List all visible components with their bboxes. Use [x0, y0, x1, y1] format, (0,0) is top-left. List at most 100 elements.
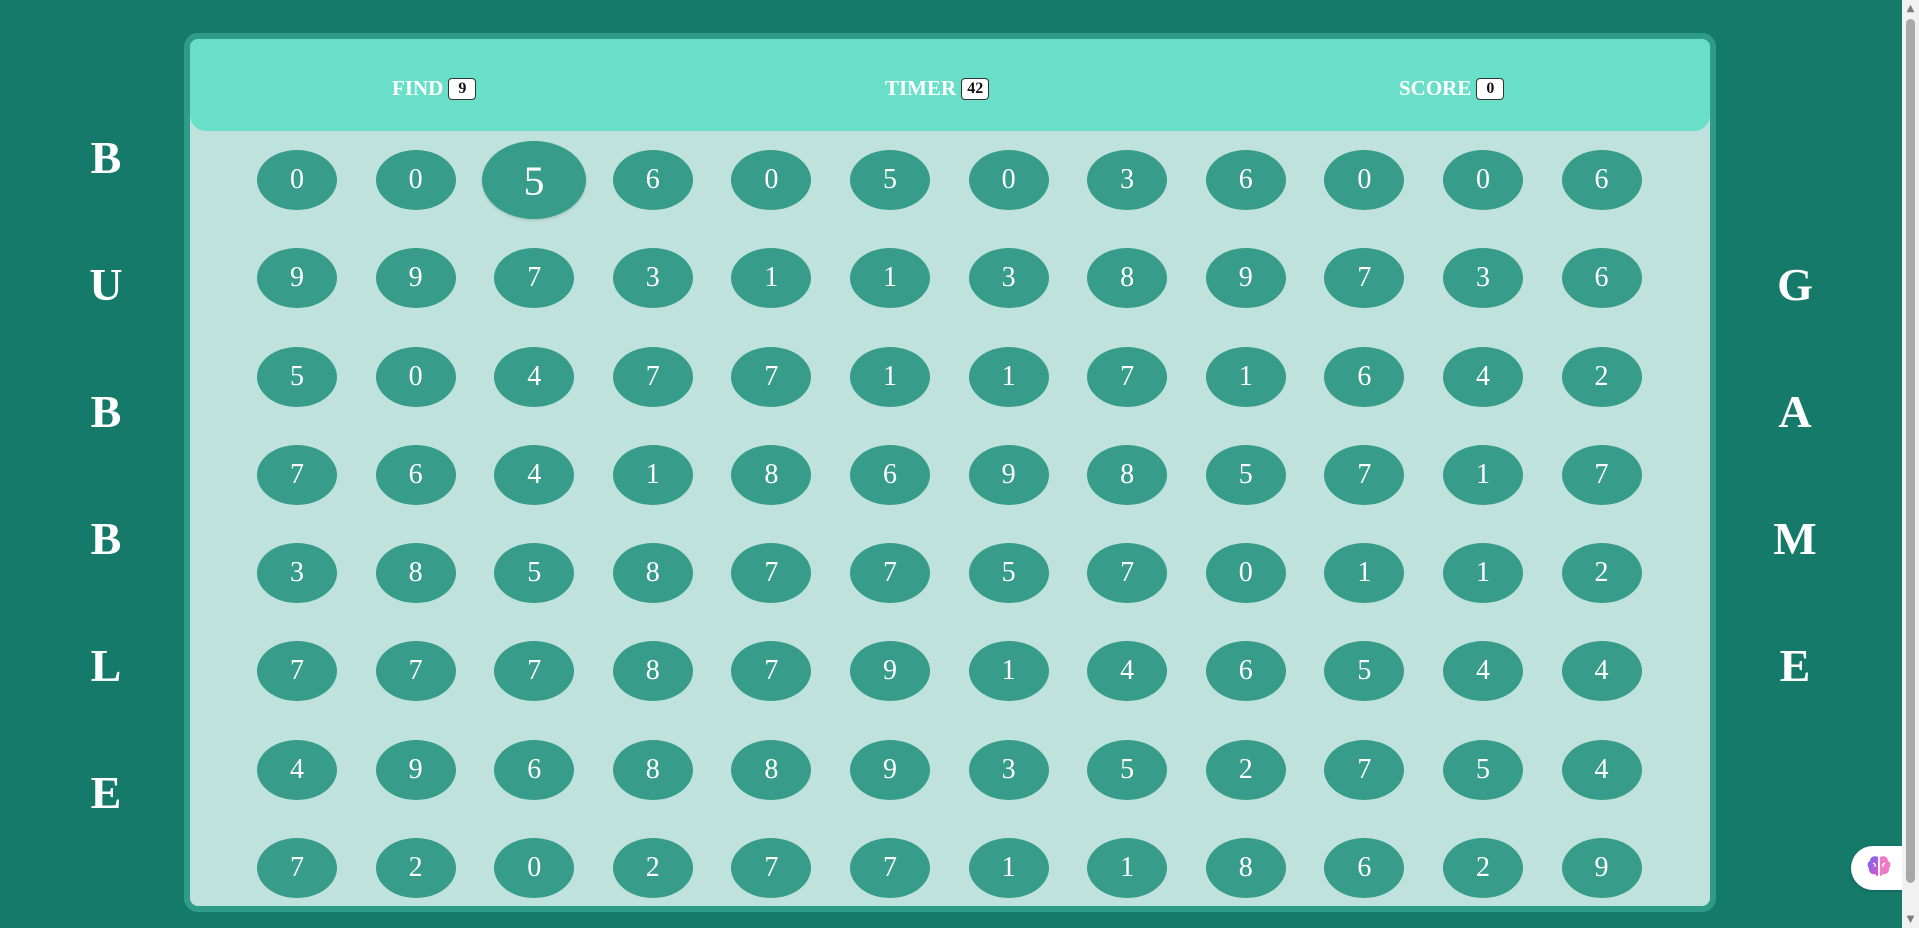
vertical-scrollbar[interactable]: ▲ ▼: [1902, 0, 1919, 928]
bubble[interactable]: 0: [375, 346, 456, 407]
bubble[interactable]: 5: [482, 141, 587, 219]
bubble[interactable]: 4: [1442, 346, 1523, 407]
bubble[interactable]: 1: [1205, 346, 1286, 407]
bubble[interactable]: 9: [375, 739, 456, 800]
bubble[interactable]: 7: [849, 543, 930, 604]
bubble[interactable]: 6: [494, 739, 575, 800]
bubble[interactable]: 2: [612, 838, 693, 899]
bubble[interactable]: 6: [375, 444, 456, 505]
bubble[interactable]: 5: [257, 346, 337, 407]
bubble[interactable]: 2: [1561, 346, 1642, 407]
bubble[interactable]: 5: [494, 543, 575, 604]
bubble[interactable]: 7: [494, 641, 575, 702]
bubble[interactable]: 7: [257, 444, 337, 505]
bubble[interactable]: 5: [849, 150, 930, 210]
bubble[interactable]: 3: [968, 248, 1049, 309]
bubble[interactable]: 9: [375, 248, 456, 309]
bubble[interactable]: 8: [731, 739, 812, 800]
bubble[interactable]: 1: [968, 641, 1049, 702]
bubble[interactable]: 0: [257, 150, 337, 210]
bubble[interactable]: 6: [1561, 150, 1642, 210]
bubble[interactable]: 7: [257, 838, 337, 899]
bubble[interactable]: 6: [849, 444, 930, 505]
bubble[interactable]: 9: [849, 739, 930, 800]
bubble[interactable]: 2: [1205, 739, 1286, 800]
bubble[interactable]: 4: [494, 346, 575, 407]
bubble[interactable]: 5: [1442, 739, 1523, 800]
bubble[interactable]: 1: [849, 248, 930, 309]
bubble[interactable]: 3: [257, 543, 337, 604]
bubble[interactable]: 9: [1561, 838, 1642, 899]
bubble[interactable]: 3: [612, 248, 693, 309]
bubble[interactable]: 7: [849, 838, 930, 899]
bubble[interactable]: 8: [612, 641, 693, 702]
bubble[interactable]: 7: [731, 641, 812, 702]
bubble[interactable]: 4: [494, 444, 575, 505]
bubble[interactable]: 0: [1205, 543, 1286, 604]
bubble[interactable]: 0: [968, 150, 1049, 210]
bubble[interactable]: 2: [1561, 543, 1642, 604]
bubble[interactable]: 0: [1324, 150, 1405, 210]
bubble[interactable]: 8: [731, 444, 812, 505]
bubble[interactable]: 1: [968, 346, 1049, 407]
bubble[interactable]: 7: [1561, 444, 1642, 505]
scroll-up-arrow-icon[interactable]: ▲: [1902, 0, 1919, 17]
bubble[interactable]: 4: [257, 739, 337, 800]
bubble[interactable]: 1: [1442, 543, 1523, 604]
bubble[interactable]: 5: [1205, 444, 1286, 505]
bubble[interactable]: 3: [1087, 150, 1168, 210]
bubble[interactable]: 6: [1324, 346, 1405, 407]
assistant-button[interactable]: [1851, 846, 1907, 890]
bubble[interactable]: 1: [1442, 444, 1523, 505]
bubble[interactable]: 7: [375, 641, 456, 702]
bubble[interactable]: 3: [968, 739, 1049, 800]
scrollbar-thumb[interactable]: [1906, 19, 1915, 883]
bubble[interactable]: 0: [494, 838, 575, 899]
bubble[interactable]: 1: [731, 248, 812, 309]
bubble[interactable]: 0: [375, 150, 456, 210]
bubble[interactable]: 9: [257, 248, 337, 309]
bubble[interactable]: 9: [1205, 248, 1286, 309]
bubble[interactable]: 8: [1087, 444, 1168, 505]
bubble[interactable]: 0: [1442, 150, 1523, 210]
bubble[interactable]: 7: [1324, 444, 1405, 505]
bubble[interactable]: 3: [1442, 248, 1523, 309]
bubble[interactable]: 1: [612, 444, 693, 505]
bubble[interactable]: 7: [731, 838, 812, 899]
bubble[interactable]: 7: [731, 346, 812, 407]
bubble[interactable]: 7: [1087, 543, 1168, 604]
bubble[interactable]: 0: [731, 150, 812, 210]
scroll-down-arrow-icon[interactable]: ▼: [1902, 911, 1919, 928]
bubble[interactable]: 4: [1561, 739, 1642, 800]
bubble[interactable]: 8: [1087, 248, 1168, 309]
bubble[interactable]: 7: [731, 543, 812, 604]
bubble[interactable]: 6: [612, 150, 693, 210]
bubble[interactable]: 8: [612, 543, 693, 604]
bubble[interactable]: 7: [1324, 739, 1405, 800]
bubble[interactable]: 4: [1442, 641, 1523, 702]
bubble[interactable]: 7: [612, 346, 693, 407]
bubble[interactable]: 5: [968, 543, 1049, 604]
bubble[interactable]: 8: [1205, 838, 1286, 899]
bubble[interactable]: 9: [968, 444, 1049, 505]
bubble[interactable]: 4: [1561, 641, 1642, 702]
bubble[interactable]: 6: [1324, 838, 1405, 899]
bubble[interactable]: 7: [494, 248, 575, 309]
bubble[interactable]: 5: [1324, 641, 1405, 702]
bubble[interactable]: 1: [1324, 543, 1405, 604]
bubble[interactable]: 6: [1205, 641, 1286, 702]
bubble[interactable]: 2: [1442, 838, 1523, 899]
bubble[interactable]: 9: [849, 641, 930, 702]
bubble[interactable]: 7: [1324, 248, 1405, 309]
bubble[interactable]: 7: [257, 641, 337, 702]
bubble[interactable]: 8: [375, 543, 456, 604]
bubble[interactable]: 5: [1087, 739, 1168, 800]
bubble[interactable]: 1: [968, 838, 1049, 899]
bubble[interactable]: 6: [1205, 150, 1286, 210]
bubble[interactable]: 6: [1561, 248, 1642, 309]
bubble[interactable]: 2: [375, 838, 456, 899]
bubble[interactable]: 1: [1087, 838, 1168, 899]
bubble[interactable]: 1: [849, 346, 930, 407]
bubble[interactable]: 7: [1087, 346, 1168, 407]
bubble[interactable]: 4: [1087, 641, 1168, 702]
